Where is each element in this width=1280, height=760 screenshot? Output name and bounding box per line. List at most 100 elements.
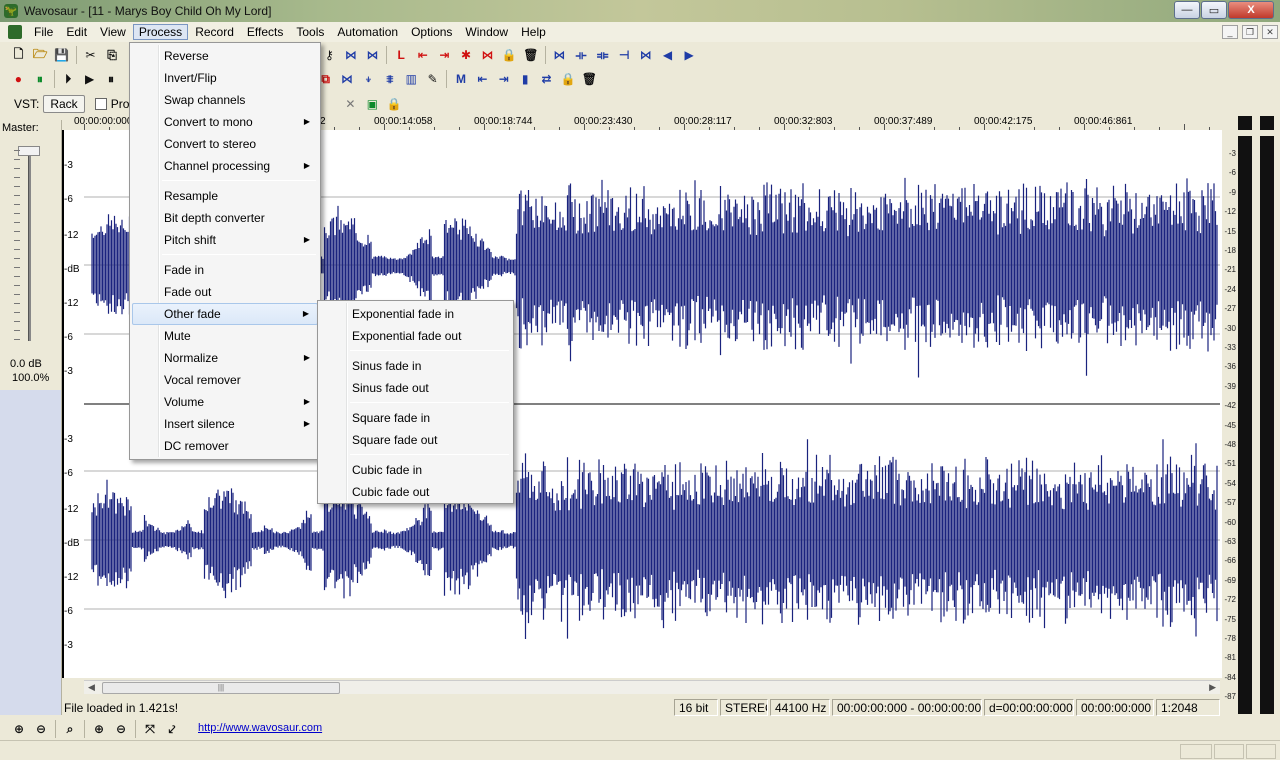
process-menu-item-vocal-remover[interactable]: Vocal remover — [132, 369, 318, 391]
trash-marker-icon[interactable]: 🗑 — [581, 70, 598, 88]
zoom-in-vertical-icon[interactable]: ⊕ — [90, 720, 108, 738]
zoom-full-icon[interactable]: ⌕ — [61, 720, 79, 738]
play-icon[interactable]: ▶ — [81, 70, 98, 88]
process-menu-item-resample[interactable]: Resample — [132, 185, 318, 207]
amplify-icon[interactable]: ⍖ — [360, 70, 377, 88]
pen-icon[interactable]: ✎ — [424, 70, 441, 88]
process-menu-item-other-fade[interactable]: Other fade ▶ — [132, 303, 318, 325]
fade-menu-item-cubic-fade-out[interactable]: Cubic fade out — [320, 481, 511, 503]
master-slider-track[interactable] — [28, 146, 31, 341]
zoom-out-icon[interactable]: ⊖ — [32, 720, 50, 738]
zoom-in-icon[interactable]: ⊕ — [10, 720, 28, 738]
marker-burst-icon[interactable]: ✱ — [457, 46, 475, 64]
fade-menu-item-exponential-fade-in[interactable]: Exponential fade in — [320, 303, 511, 325]
document-icon[interactable] — [8, 25, 22, 39]
copy-icon[interactable]: ⎘ — [103, 46, 121, 64]
vst-play-icon[interactable]: ▣ — [363, 95, 381, 113]
zoom-wave-icon[interactable]: ⋈ — [551, 46, 569, 64]
menu-edit[interactable]: Edit — [60, 24, 93, 40]
menu-process[interactable]: Process — [132, 24, 189, 40]
record-monitor-icon[interactable]: ⏸ — [31, 70, 48, 88]
menu-tools[interactable]: Tools — [290, 24, 330, 40]
marker-m-icon[interactable]: M — [452, 70, 469, 88]
marker-left-icon[interactable]: ⇤ — [414, 46, 432, 64]
vst-lock-icon[interactable]: 🔒 — [385, 95, 403, 113]
dinosaur-icon[interactable]: 🦖 — [4, 4, 18, 18]
marker-m-left-icon[interactable]: ⇤ — [474, 70, 491, 88]
wave-select-icon[interactable]: ⋈ — [342, 46, 360, 64]
process-menu-item-invert-flip[interactable]: Invert/Flip — [132, 67, 318, 89]
mdi-close-button[interactable]: ✕ — [1262, 25, 1278, 39]
arrow-right-icon[interactable]: ▶ — [680, 46, 698, 64]
horizontal-scrollbar[interactable]: ◀ ||| ▶ — [84, 680, 1220, 694]
fade-menu-item-exponential-fade-out[interactable]: Exponential fade out — [320, 325, 511, 347]
menu-help[interactable]: Help — [515, 24, 552, 40]
process-menu-item-dc-remover[interactable]: DC remover — [132, 435, 318, 457]
minimize-button[interactable]: — — [1174, 1, 1200, 19]
menu-options[interactable]: Options — [405, 24, 458, 40]
trash-icon[interactable]: 🗑 — [522, 46, 540, 64]
new-file-icon[interactable]: 🗋 — [10, 46, 28, 64]
scroll-left-arrow-icon[interactable]: ◀ — [88, 682, 95, 693]
pause-icon[interactable]: ⏸ — [102, 70, 119, 88]
process-menu-item-swap-channels[interactable]: Swap channels — [132, 89, 318, 111]
rack-button[interactable]: Rack — [43, 95, 85, 113]
zoom-fit-icon[interactable]: ⤦ — [163, 720, 181, 738]
process-menu-item-normalize[interactable]: Normalize ▶ — [132, 347, 318, 369]
marker-mm-icon[interactable]: ⇄ — [538, 70, 555, 88]
key-icon[interactable]: ⚷ — [321, 46, 339, 64]
wave-edit-icon[interactable]: ⋈ — [637, 46, 655, 64]
process-menu-item-fade-out[interactable]: Fade out — [132, 281, 318, 303]
master-slider-thumb[interactable] — [18, 146, 40, 156]
process-checkbox[interactable] — [94, 98, 107, 110]
process-menu-item-pitch-shift[interactable]: Pitch shift ▶ — [132, 229, 318, 251]
cut-icon[interactable]: ✂ — [82, 46, 100, 64]
fade-menu-item-square-fade-in[interactable]: Square fade in — [320, 407, 511, 429]
marker-right-icon[interactable]: ⇥ — [436, 46, 454, 64]
remove-vst-icon[interactable]: ✕ — [341, 95, 359, 113]
marker-icon[interactable]: L — [392, 46, 410, 64]
lock-marker-icon[interactable]: 🔒 — [559, 70, 576, 88]
process-menu-item-insert-silence[interactable]: Insert silence ▶ — [132, 413, 318, 435]
process-menu-item-reverse[interactable]: Reverse — [132, 45, 318, 67]
menu-effects[interactable]: Effects — [241, 24, 289, 40]
process-menu-item-fade-in[interactable]: Fade in — [132, 259, 318, 281]
zoom-out-vertical-icon[interactable]: ⊖ — [112, 720, 130, 738]
marker-wave-icon[interactable]: ⋈ — [479, 46, 497, 64]
menu-view[interactable]: View — [94, 24, 132, 40]
lock-icon[interactable]: 🔒 — [500, 46, 518, 64]
process-menu-item-volume[interactable]: Volume ▶ — [132, 391, 318, 413]
record-icon[interactable]: ● — [10, 70, 27, 88]
fade-menu-item-square-fade-out[interactable]: Square fade out — [320, 429, 511, 451]
save-icon[interactable]: 💾 — [53, 46, 71, 64]
normalize-icon[interactable]: ⋈ — [338, 70, 355, 88]
menu-record[interactable]: Record — [189, 24, 240, 40]
fade-menu-item-sinus-fade-in[interactable]: Sinus fade in — [320, 355, 511, 377]
bracket-icon[interactable]: ⊣ — [615, 46, 633, 64]
bars-icon[interactable]: ▥ — [403, 70, 420, 88]
menu-file[interactable]: File — [28, 24, 59, 40]
play-from-start-icon[interactable]: ⏵ — [59, 70, 76, 88]
marker-m-right-icon[interactable]: ⇥ — [495, 70, 512, 88]
fade-menu-item-cubic-fade-in[interactable]: Cubic fade in — [320, 459, 511, 481]
menu-window[interactable]: Window — [459, 24, 514, 40]
marker-select-icon[interactable]: ▮ — [516, 70, 533, 88]
menu-automation[interactable]: Automation — [331, 24, 404, 40]
join-icon[interactable]: ⟚ — [594, 46, 612, 64]
wave-mix-icon[interactable]: ⋈ — [364, 46, 382, 64]
split-icon[interactable]: ⟛ — [572, 46, 590, 64]
mdi-restore-button[interactable]: ❐ — [1242, 25, 1258, 39]
mdi-minimize-button[interactable]: _ — [1222, 25, 1238, 39]
open-folder-icon[interactable]: 🗁 — [31, 46, 49, 64]
process-menu-item-bit-depth-converter[interactable]: Bit depth converter — [132, 207, 318, 229]
envelope-icon[interactable]: ⩨ — [381, 70, 398, 88]
process-menu-item-convert-to-stereo[interactable]: Convert to stereo — [132, 133, 318, 155]
arrow-left-icon[interactable]: ◀ — [659, 46, 677, 64]
website-link[interactable]: http://www.wavosaur.com — [198, 722, 322, 734]
process-menu-item-mute[interactable]: Mute — [132, 325, 318, 347]
zoom-selection-icon[interactable]: ⤧ — [141, 720, 159, 738]
scroll-right-arrow-icon[interactable]: ▶ — [1209, 682, 1216, 693]
horizontal-scroll-thumb[interactable]: ||| — [102, 682, 340, 694]
process-menu-item-convert-to-mono[interactable]: Convert to mono ▶ — [132, 111, 318, 133]
fade-menu-item-sinus-fade-out[interactable]: Sinus fade out — [320, 377, 511, 399]
